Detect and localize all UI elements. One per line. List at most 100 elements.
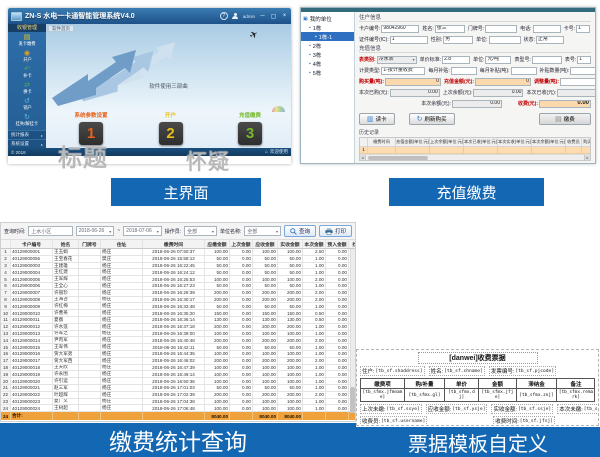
table-row[interactable]: 2340129000023夏广义杨庄2018-06-26 17:04:38100…	[1, 399, 355, 406]
field-input[interactable]	[532, 56, 562, 64]
column-header[interactable]: 本次已收(单位:元)	[464, 138, 498, 146]
field-input[interactable]: 0.00	[473, 89, 523, 97]
sidebar-section[interactable]: 统计报表▸	[8, 130, 46, 139]
receipt-template-editor[interactable]: [danwei]收费票据 住户:[tb_sf.shaddress]姓名:[tb_…	[356, 349, 599, 426]
scroll-left-icon[interactable]: ◂	[360, 155, 366, 161]
receipt-field[interactable]: 本次未缴:[tb_sf.bcye]	[557, 404, 599, 414]
scroll-right-icon[interactable]: ▸	[584, 155, 590, 161]
column-header[interactable]: 实收金额	[278, 240, 303, 248]
column-header[interactable]: 应收金额	[253, 240, 278, 248]
table-row[interactable]: 1840129000018王天欣杨庄2018-06-26 16:47:39100…	[1, 365, 355, 372]
unit-select[interactable]: 全部▾	[244, 226, 281, 236]
column-header[interactable]: 卡户编号	[11, 240, 53, 248]
user-icon[interactable]	[232, 13, 239, 20]
field-input[interactable]: 0.00	[539, 100, 591, 108]
table-row[interactable]: 2140129000021赵三军杨庄2018-06-26 17:01:0350.…	[1, 385, 355, 392]
receipt-token-cell[interactable]: [tb_sfmx.remark]	[557, 389, 595, 401]
column-header[interactable]: 缴费时间	[368, 138, 396, 146]
field-input[interactable]: 冷水表▾	[377, 56, 417, 64]
column-header[interactable]: 本次金额	[303, 240, 326, 248]
minimize-icon[interactable]: ─	[259, 13, 266, 20]
history-hscrollbar[interactable]: ◂ ▸	[360, 154, 590, 160]
column-header[interactable]: 缴费时间	[143, 240, 205, 248]
table-row[interactable]: 1740129000017贺大军西杨庄2018-06-26 16:46:0220…	[1, 358, 355, 365]
tree-node[interactable]: ▪3栋	[301, 50, 354, 59]
table-row[interactable]: 1540129000015王军伟杨庄2018-06-26 16:42:1150.…	[1, 344, 355, 351]
restore-icon[interactable]: ▢	[270, 13, 277, 20]
receipt-field[interactable]: 应收金额:[tb_sf.ysje]	[426, 404, 488, 414]
tree-node[interactable]: ▪1栋-1	[301, 32, 354, 41]
receipt-table[interactable]: 缴费项购/补量单价金额滞纳金备注[tb_sfmx.jfmname][tb_sfm…	[360, 378, 595, 402]
receipt-field[interactable]: 实收金额:[tb_sf.ssje]	[491, 404, 553, 414]
column-header[interactable]: 找零	[349, 240, 355, 248]
receipt-field[interactable]: 收费时间:[tb_sf.jfsj]	[493, 416, 555, 426]
table-row[interactable]: 1	[360, 147, 590, 154]
table-row[interactable]: 640129000006王全心杨庄2018-06-26 16:27:2350.0…	[1, 283, 355, 290]
field-input[interactable]: 0	[385, 78, 441, 86]
receipt-token-cell[interactable]: [tb_sfmx.gl]	[405, 389, 445, 401]
field-input[interactable]: 0.00	[452, 100, 502, 108]
receipt-field[interactable]: 收费员:[tb_sf.username]	[360, 416, 427, 426]
field-input[interactable]: 正常	[536, 36, 564, 44]
table-row[interactable]: 2440129000024王树超杨庄2018-06-26 17:06:48100…	[1, 405, 355, 412]
table-row[interactable]: 740129000007许丽珍杨庄2018-06-26 16:28:39200.…	[1, 290, 355, 297]
receipt-field[interactable]: 发票编号:[tb_sf.pjcode]	[489, 366, 556, 376]
operator-select[interactable]: 全部▾	[184, 226, 217, 236]
field-input[interactable]: 1	[390, 36, 428, 44]
refresh-purchase-button[interactable]: ↻刷新购买	[409, 113, 455, 125]
field-input[interactable]: 1	[577, 56, 591, 64]
column-header[interactable]: 上次余额(单位:元)	[430, 138, 464, 146]
read-card-button[interactable]: ▥读卡	[359, 113, 395, 125]
receipt-token-cell[interactable]: [tb_sfmx.znj]	[517, 389, 557, 401]
field-input[interactable]	[485, 25, 517, 33]
sidebar-section[interactable]: 系统设置▸	[8, 139, 46, 148]
field-input[interactable]: 0.00	[390, 89, 440, 97]
field-input[interactable]	[533, 25, 561, 33]
receipt-field[interactable]: 上次未缴:[tb_sf.ssye]	[360, 404, 422, 414]
column-header[interactable]: 姓名	[53, 240, 79, 248]
close-icon[interactable]: ×	[281, 13, 288, 20]
field-input[interactable]: 1	[576, 25, 590, 33]
tree-node[interactable]: ▣我的单位	[301, 14, 354, 23]
sidebar-item[interactable]: ◉开户	[8, 48, 46, 64]
scroll-thumb[interactable]	[350, 387, 355, 413]
receipt-token-cell[interactable]: [tb_sfmx.dj]	[445, 389, 479, 401]
column-header[interactable]: 门牌号	[79, 240, 101, 248]
field-input[interactable]: 98042960	[381, 25, 419, 33]
field-input[interactable]: 0.00	[557, 89, 595, 97]
column-header[interactable]: 收费员	[566, 138, 582, 146]
field-input[interactable]: 0	[475, 78, 531, 86]
table-row[interactable]: 440129000004王红建杨庄2018-06-26 16:24:1250.0…	[1, 269, 355, 276]
pay-button[interactable]: ▤缴费	[539, 113, 591, 125]
area-input[interactable]: 上水小区	[28, 226, 72, 236]
home-tab[interactable]: 软件首页	[48, 25, 74, 32]
column-header[interactable]: 上次金额	[230, 240, 253, 248]
table-row[interactable]: 1140129000011夏薇杨庄2018-06-26 16:36:14130.…	[1, 317, 355, 324]
stats-vscrollbar[interactable]	[350, 249, 355, 413]
table-row[interactable]: 1340129000013许军之杨庄2018-06-26 16:39:00100…	[1, 331, 355, 338]
table-row[interactable]: 940129000009许红梅杨庄2018-06-26 16:33:4850.0…	[1, 303, 355, 310]
receipt-field[interactable]: 姓名:[tb_sf.shname]	[429, 366, 485, 376]
table-row[interactable]: 1240129000012许水莲杨庄2018-06-26 16:37:18200…	[1, 324, 355, 331]
table-row[interactable]: 340129000003王建雄杨庄2018-06-26 16:22:4550.0…	[1, 263, 355, 270]
help-icon[interactable]: ?	[220, 12, 228, 20]
home-icon[interactable]: ⌂	[265, 149, 268, 155]
receipt-token-cell[interactable]: [tb_sfmx.jfmname]	[361, 389, 405, 401]
table-row[interactable]: 240129000055王宝春花樊庄2018-06-26 15:58:1250.…	[1, 256, 355, 263]
receipt-field[interactable]: 住户:[tb_sf.shaddress]	[360, 366, 425, 376]
tree-node[interactable]: ▪5栋	[301, 68, 354, 77]
scroll-thumb[interactable]	[368, 156, 428, 160]
sidebar-item[interactable]: ↻挂失/解挂卡	[8, 112, 46, 128]
sidebar-item[interactable]: ↺销户	[8, 96, 46, 112]
sidebar-item[interactable]: ▤发卡缴费	[8, 32, 46, 48]
field-input[interactable]: 1-按计量收费	[381, 67, 425, 75]
date-to-picker[interactable]: 2018-07-06▾	[123, 226, 162, 236]
sidebar-item[interactable]: ↶补卡	[8, 64, 46, 80]
table-row[interactable]: 540129000005王军辉杨庄2018-06-26 16:25:53100.…	[1, 276, 355, 283]
column-header[interactable]: 应缴金额	[205, 240, 230, 248]
field-input[interactable]	[451, 67, 477, 75]
table-row[interactable]: 1640129000016贺大军弟杨庄2018-06-26 16:44:3510…	[1, 351, 355, 358]
table-row[interactable]: 1040129000010许曹英杨庄2018-06-26 16:35:20150…	[1, 310, 355, 317]
sidebar-item[interactable]: ⇄换卡	[8, 80, 46, 96]
field-input[interactable]	[570, 67, 595, 75]
